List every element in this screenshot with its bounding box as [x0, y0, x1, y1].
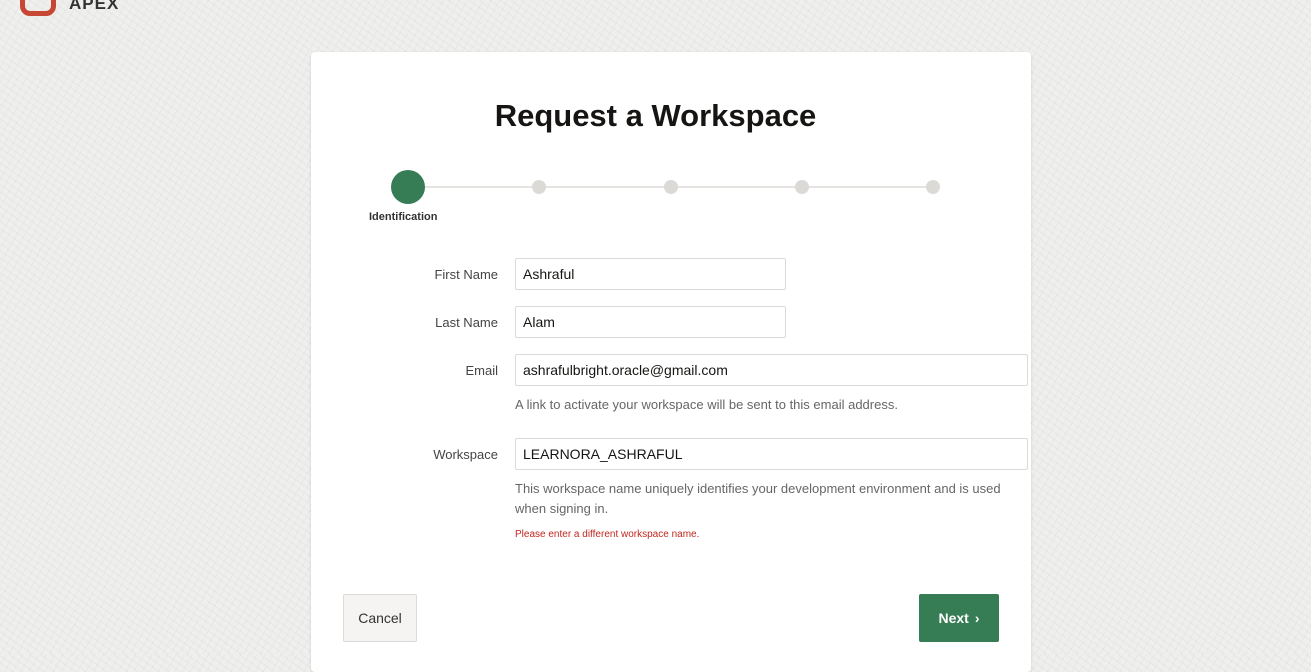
workspace-help: This workspace name uniquely identifies … [515, 481, 1001, 516]
first-name-label: First Name [434, 267, 498, 282]
next-label: Next [938, 610, 969, 626]
last-name-input[interactable] [515, 306, 786, 338]
step-4 [795, 180, 809, 194]
cancel-label: Cancel [358, 610, 402, 626]
email-input[interactable] [515, 354, 1028, 386]
next-button[interactable]: Next › [919, 594, 999, 642]
brand-name: APEX [69, 0, 120, 13]
step-2 [532, 180, 546, 194]
workspace-input[interactable] [515, 438, 1028, 470]
step-5 [926, 180, 940, 194]
step-1-identification [391, 170, 425, 204]
email-label: Email [465, 363, 498, 378]
workspace-label: Workspace [433, 447, 498, 462]
cancel-button[interactable]: Cancel [343, 594, 417, 642]
workspace-error: Please enter a different workspace name. [515, 529, 700, 540]
step-label: Identification [369, 211, 438, 223]
chevron-right-icon: › [974, 610, 980, 626]
apex-logo-icon [20, 0, 56, 16]
step-3 [664, 180, 678, 194]
page-title: Request a Workspace [494, 98, 817, 133]
first-name-input[interactable] [515, 258, 786, 290]
last-name-label: Last Name [435, 315, 498, 330]
email-help: A link to activate your workspace will b… [515, 397, 898, 412]
